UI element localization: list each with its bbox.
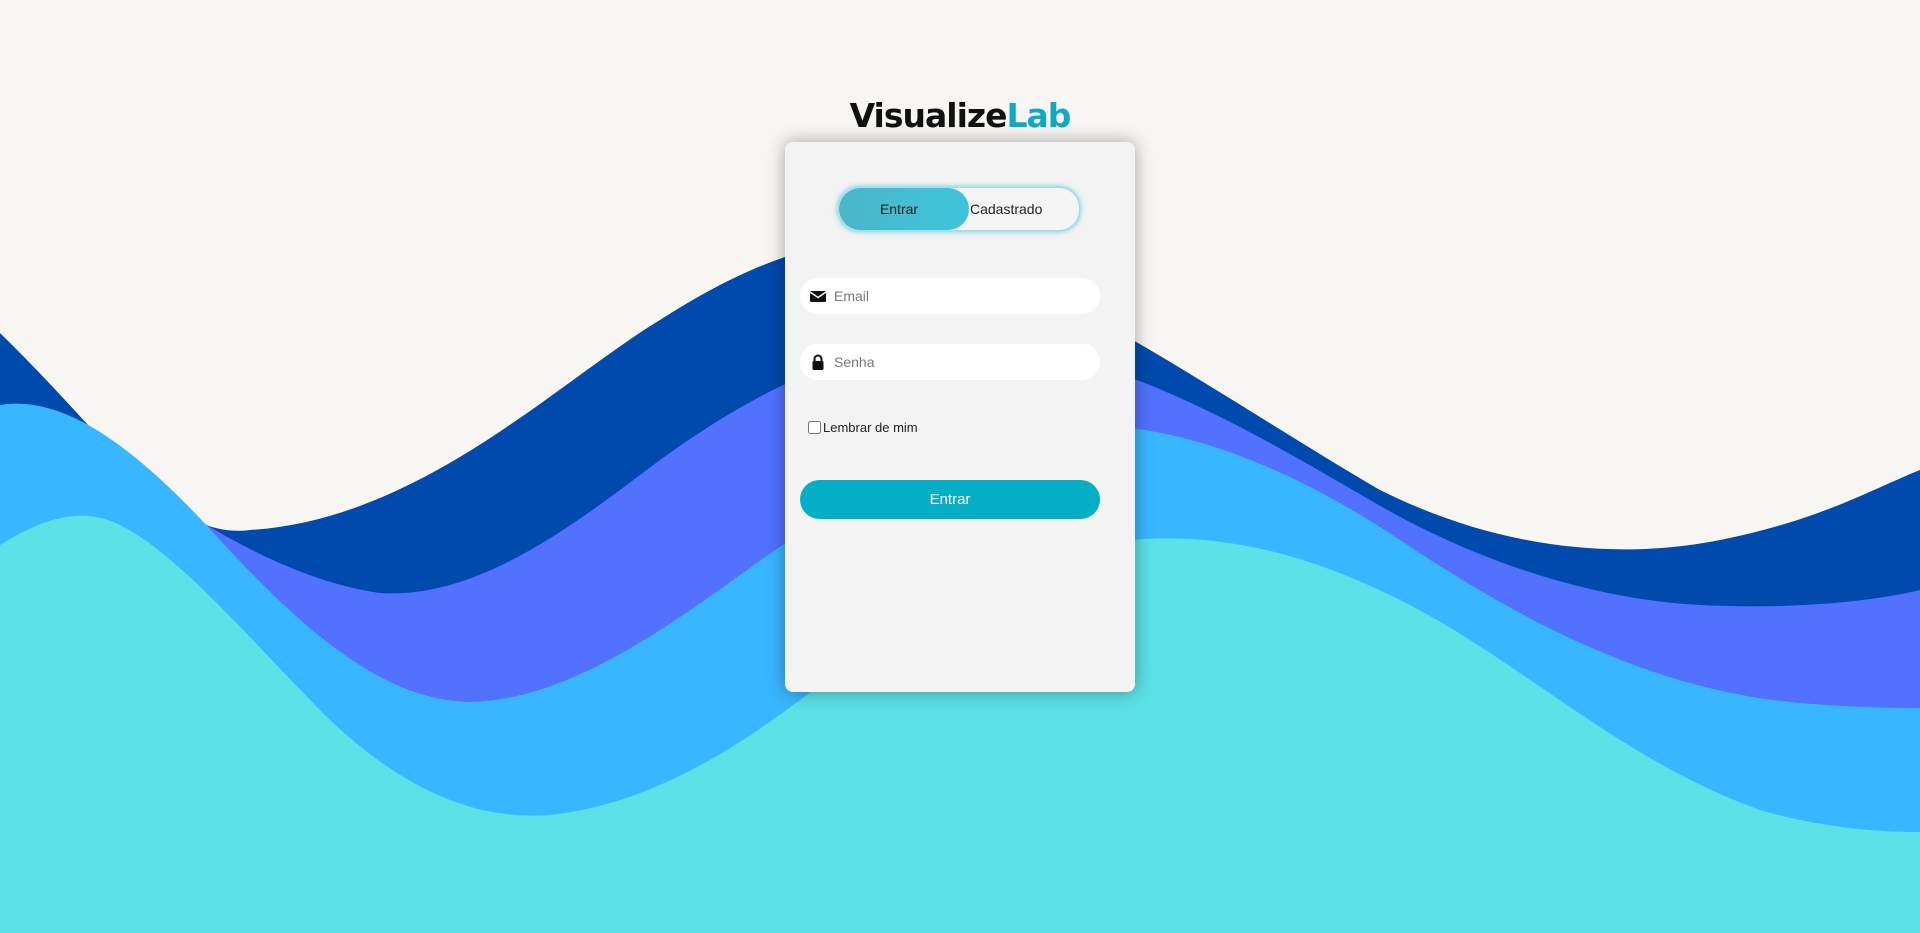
remember-me-checkbox[interactable] <box>808 421 821 434</box>
remember-me[interactable]: Lembrar de mim <box>808 420 918 435</box>
password-field[interactable] <box>800 344 1100 380</box>
auth-mode-toggle[interactable]: Entrar Cadastrado <box>838 187 1080 231</box>
email-input[interactable] <box>834 278 1084 314</box>
brand-logo: VisualizeLab <box>0 96 1920 135</box>
email-field[interactable] <box>800 278 1100 314</box>
tab-signup[interactable]: Cadastrado <box>969 188 1080 230</box>
tab-login[interactable]: Entrar <box>839 188 969 230</box>
password-input[interactable] <box>834 344 1084 380</box>
envelope-icon <box>810 291 826 302</box>
remember-me-label: Lembrar de mim <box>823 420 918 435</box>
login-card: Entrar Cadastrado Lembrar de mim Entrar <box>785 142 1135 692</box>
lock-icon <box>812 354 824 370</box>
login-submit-button[interactable]: Entrar <box>800 480 1100 519</box>
brand-name-part2: Lab <box>1006 96 1071 135</box>
brand-name-part1: Visualize <box>849 96 1008 135</box>
